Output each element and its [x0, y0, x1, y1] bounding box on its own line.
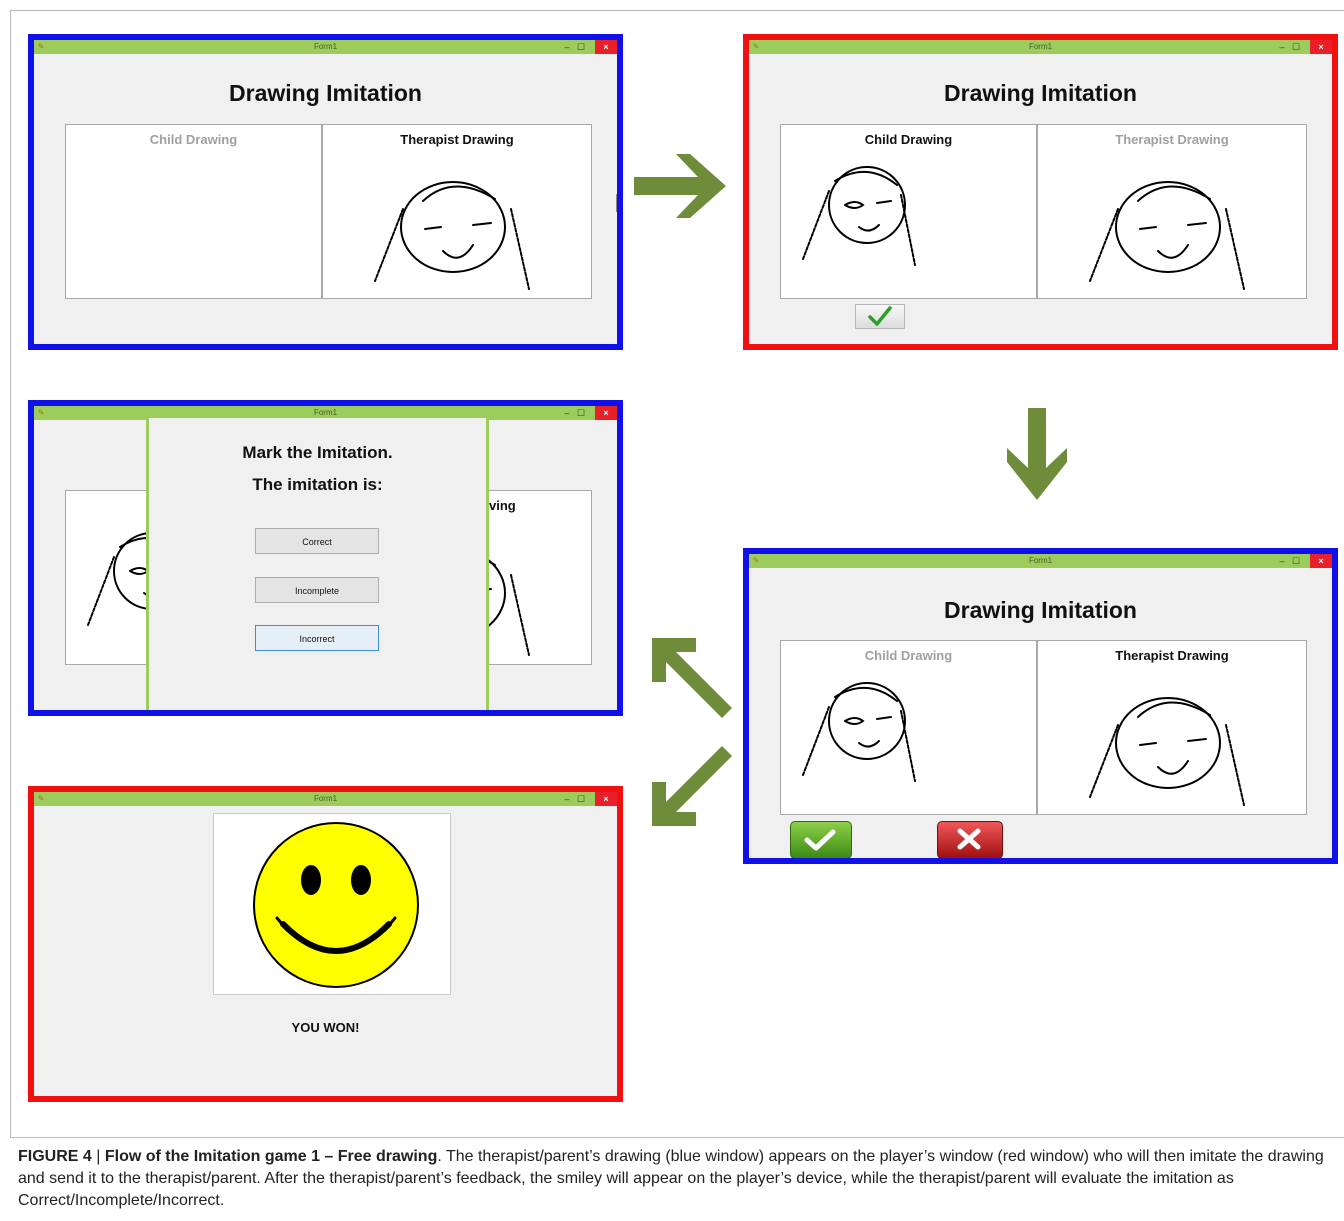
correct-button[interactable]: Correct: [255, 528, 379, 554]
send-button[interactable]: [855, 304, 905, 329]
app-icon: ✎: [752, 556, 760, 565]
accept-button[interactable]: [790, 821, 852, 858]
window-title: Form1: [313, 408, 338, 417]
window-title: Form1: [1028, 556, 1053, 565]
close-icon[interactable]: ×: [595, 406, 617, 420]
check-icon: [868, 306, 892, 326]
app-icon: ✎: [37, 408, 45, 417]
child-drawing-label: Child Drawing: [864, 132, 953, 147]
reject-button[interactable]: [937, 821, 1003, 858]
child-drawing-canvas: Child Drawing: [780, 640, 1037, 815]
child-face-drawing: [802, 166, 916, 266]
result-text: YOU WON!: [291, 1020, 360, 1035]
child-drawing-canvas[interactable]: Child Drawing: [780, 124, 1037, 299]
child-face-drawing: [802, 682, 916, 782]
minimize-icon[interactable]: –: [561, 792, 573, 806]
page-title: Drawing Imitation: [944, 80, 1137, 106]
minimize-icon[interactable]: –: [1276, 554, 1288, 568]
window-titlebar: ✎ Form1 – ☐ ×: [749, 40, 1332, 54]
window-title: Form1: [313, 42, 338, 51]
flow-arrow-up-left-icon: [652, 638, 732, 718]
close-icon[interactable]: ×: [1310, 40, 1332, 54]
therapist-drawing-canvas: Therapist Drawing: [1037, 124, 1307, 299]
maximize-icon[interactable]: ☐: [1290, 40, 1302, 54]
minimize-icon[interactable]: –: [561, 406, 573, 420]
therapist-drawing-label: ving: [489, 498, 516, 513]
child-drawing-label: Child Drawing: [864, 648, 953, 663]
therapist-drawing-label: Therapist Drawing: [400, 132, 514, 147]
player-window-drawing: ✎ Form1 – ☐ × Drawing Imitation Child Dr…: [743, 34, 1338, 350]
close-icon[interactable]: ×: [1310, 554, 1332, 568]
app-icon: ✎: [752, 42, 760, 51]
app-icon: ✎: [37, 794, 45, 803]
flow-arrow-down-icon: [1007, 408, 1067, 500]
window-title: Form1: [1028, 42, 1053, 51]
caption-figure-id: FIGURE 4: [18, 1148, 92, 1165]
incomplete-button[interactable]: Incomplete: [255, 577, 379, 603]
close-icon[interactable]: ×: [595, 40, 617, 54]
window-titlebar: ✎ Form1 – ☐ ×: [34, 792, 617, 806]
therapist-window-evaluation: ✎ Form1 – ☐ × ving Mark the Imitation. T…: [28, 400, 623, 716]
therapist-face-drawing: [374, 181, 530, 290]
page-title: Drawing Imitation: [944, 597, 1137, 623]
flow-arrow-right-icon: [634, 154, 726, 218]
page-title: Drawing Imitation: [229, 80, 422, 106]
window-titlebar: ✎ Form1 – ☐ ×: [34, 40, 617, 54]
therapist-drawing-canvas[interactable]: Therapist Drawing: [322, 124, 592, 299]
evaluation-dialog: Mark the Imitation. The imitation is: Co…: [146, 418, 489, 710]
window-title: Form1: [313, 794, 338, 803]
therapist-drawing-label: Therapist Drawing: [1115, 648, 1229, 663]
child-drawing-canvas[interactable]: Child Drawing: [65, 124, 322, 299]
minimize-icon[interactable]: –: [561, 40, 573, 54]
dialog-heading: Mark the Imitation.: [242, 443, 393, 462]
player-window-result: ✎ Form1 – ☐ × YOU WON!: [28, 786, 623, 1102]
therapist-face-drawing: [1089, 181, 1245, 290]
smiley-icon: [253, 822, 419, 988]
close-icon[interactable]: ×: [595, 792, 617, 806]
maximize-icon[interactable]: ☐: [1290, 554, 1302, 568]
flow-arrow-down-left-icon: [652, 746, 732, 826]
window-titlebar: ✎ Form1 – ☐ ×: [749, 554, 1332, 568]
incorrect-button[interactable]: Incorrect: [255, 625, 379, 651]
caption-title: Flow of the Imitation game 1 – Free draw…: [104, 1148, 438, 1165]
smiley-box: [213, 813, 451, 995]
therapist-window-review: ✎ Form1 – ☐ × Drawing Imitation Child Dr…: [743, 548, 1338, 864]
caption-separator: |: [91, 1148, 105, 1165]
maximize-icon[interactable]: ☐: [575, 792, 587, 806]
maximize-icon[interactable]: ☐: [575, 406, 587, 420]
minimize-icon[interactable]: –: [1276, 40, 1288, 54]
child-drawing-label: Child Drawing: [149, 132, 238, 147]
therapist-drawing-label: Therapist Drawing: [1115, 132, 1229, 147]
therapist-window-initial: ✎ Form1 – ☐ × Drawing Imitation Child Dr…: [28, 34, 623, 350]
app-icon: ✎: [37, 42, 45, 51]
scroll-handle[interactable]: [616, 194, 617, 212]
x-icon: [957, 828, 981, 850]
therapist-face-drawing: [1089, 697, 1245, 806]
dialog-prompt: The imitation is:: [252, 475, 383, 494]
check-icon: [804, 829, 836, 851]
maximize-icon[interactable]: ☐: [575, 40, 587, 54]
figure-caption: FIGURE 4 | Flow of the Imitation game 1 …: [18, 1146, 1333, 1212]
therapist-drawing-canvas: Therapist Drawing: [1037, 640, 1307, 815]
